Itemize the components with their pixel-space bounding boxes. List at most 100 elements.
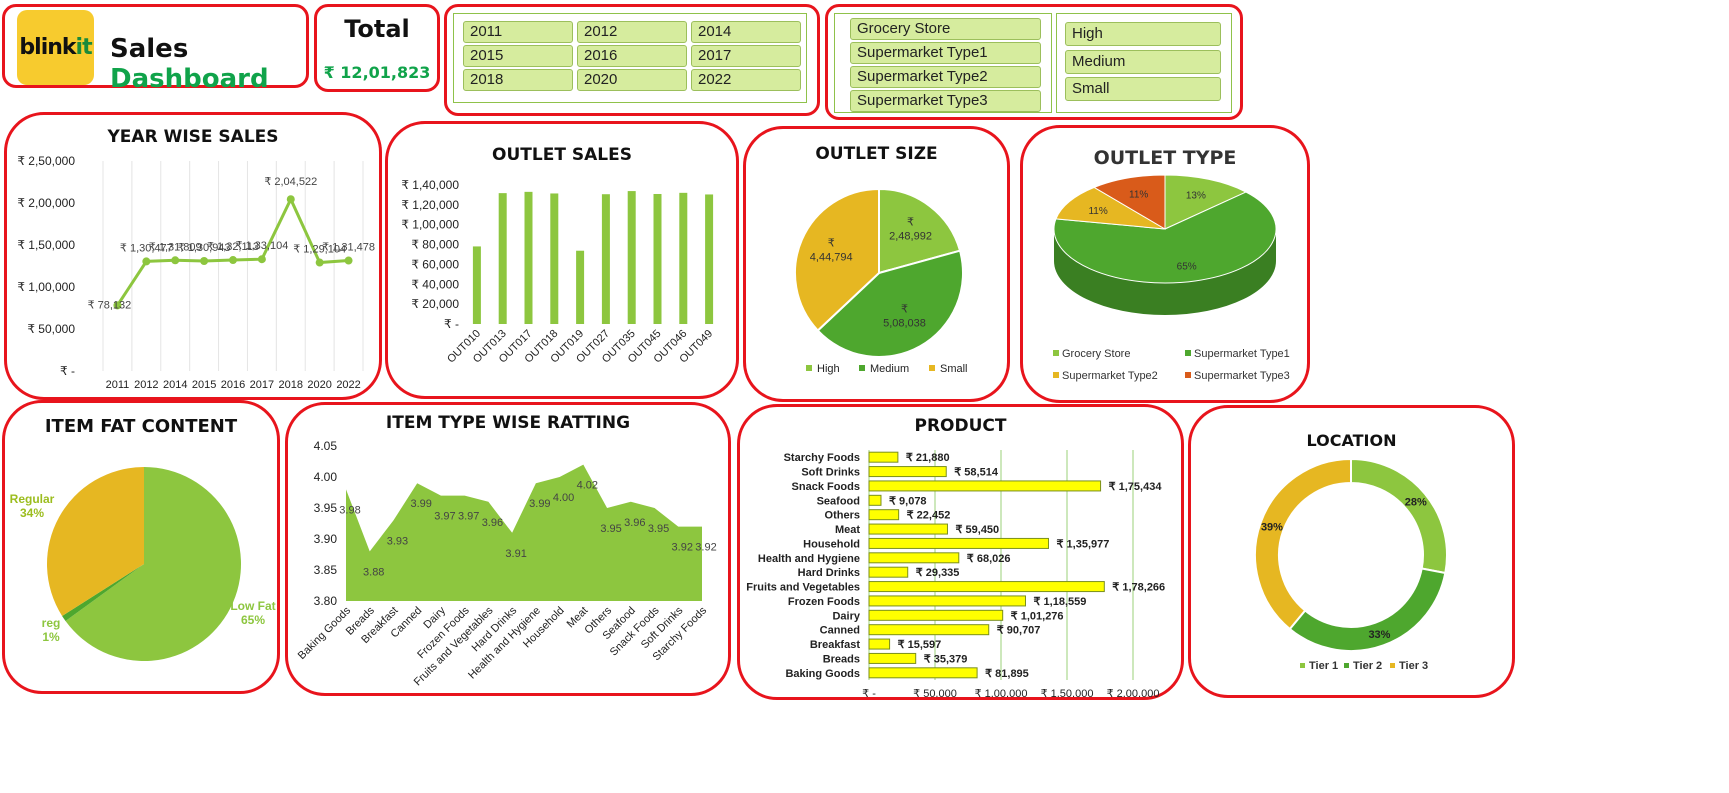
outlet-size-slicer-item[interactable]: Small (1065, 77, 1221, 101)
outlet-bar (679, 192, 688, 324)
data-label: 65% (241, 613, 265, 627)
total-label: Total (344, 15, 410, 43)
outlet-slicer-card: Grocery Store Supermarket Type1 Supermar… (825, 4, 1243, 120)
data-point (200, 257, 209, 266)
data-label: ₹ 1,01,276 (1011, 610, 1064, 622)
x-tick-label: 2016 (221, 379, 245, 391)
y-tick-label: Household (803, 538, 860, 550)
y-tick-label: Soft Drinks (801, 467, 860, 479)
x-tick-label: 2015 (192, 379, 216, 391)
legend-label: Supermarket Type1 (1194, 348, 1290, 360)
data-point (229, 256, 237, 265)
data-label: ₹ 22,452 (907, 510, 951, 522)
y-tick-label: 4.05 (314, 439, 338, 453)
outlet-size-slicer-item[interactable]: High (1065, 22, 1221, 46)
year-slicer-item[interactable]: 2011 (463, 21, 573, 43)
outlet-bar (601, 194, 610, 324)
outlet-bar (498, 193, 507, 324)
legend-swatch (806, 365, 812, 371)
y-tick-label: ₹ 2,00,000 (17, 196, 75, 210)
year-slicer-item[interactable]: 2018 (463, 69, 573, 91)
y-tick-label: 3.95 (314, 501, 338, 515)
outlet-type-slicer: Grocery Store Supermarket Type1 Supermar… (834, 13, 1052, 113)
year-slicer-item[interactable]: 2017 (691, 45, 801, 67)
product-bar (868, 595, 1026, 607)
y-tick-label: Dairy (832, 610, 860, 622)
outlet-type-slicer-item[interactable]: Grocery Store (850, 18, 1041, 40)
data-label: ₹ 1,75,434 (1109, 481, 1163, 493)
outlet-type-slicer-item[interactable]: Supermarket Type1 (850, 42, 1041, 64)
y-tick-label: ₹ 1,50,000 (17, 238, 75, 252)
data-label: ₹ 90,707 (997, 625, 1041, 637)
legend-label: Grocery Store (1062, 348, 1130, 360)
product-bar (868, 466, 947, 478)
data-label: 3.95 (648, 523, 669, 535)
x-tick-label: ₹ 1,50,000 (1041, 688, 1094, 697)
outlet-type-slicer-item[interactable]: Supermarket Type3 (850, 90, 1041, 112)
product-bar (868, 624, 990, 636)
y-tick-label: Breakfast (810, 639, 860, 651)
legend-swatch (1053, 372, 1059, 378)
brand-card: blinkit Sales Dashboard (2, 4, 309, 94)
x-tick-label: 2018 (279, 379, 303, 391)
data-label: ₹ 1,18,559 (1033, 596, 1086, 608)
year-slicer-item[interactable]: 2012 (577, 21, 687, 43)
location-chart: 28% 33% 39% Tier 1 Tier 2 Tier 3 (1254, 457, 1448, 672)
outlet-size-slicer-item[interactable]: Medium (1065, 50, 1221, 74)
data-label: ₹ 59,450 (955, 524, 999, 536)
y-tick-label: 3.80 (314, 594, 338, 608)
x-tick-label: 2020 (307, 379, 331, 391)
data-label: 1% (42, 630, 60, 644)
data-label: 3.95 (600, 523, 621, 535)
data-label: ₹ 21,880 (906, 452, 950, 464)
legend-label: Supermarket Type3 (1194, 370, 1290, 382)
y-tick-label: ₹ - (444, 317, 459, 331)
data-point (286, 195, 295, 204)
outlet-bar (576, 250, 585, 324)
y-tick-label: Snack Foods (792, 481, 860, 493)
outlet-type-slicer-item[interactable]: Supermarket Type2 (850, 66, 1041, 88)
data-label: ₹ 2,04,522 (264, 176, 317, 188)
year-slicer-item[interactable]: 2020 (577, 69, 687, 91)
y-tick-label: ₹ 1,00,000 (17, 280, 75, 294)
data-label: 11% (1129, 189, 1148, 200)
y-tick-label: 3.90 (314, 532, 338, 546)
outlet-bar (550, 193, 559, 324)
data-label: 34% (20, 506, 44, 520)
legend-label: Medium (870, 363, 909, 375)
data-label: 11% (1088, 206, 1107, 217)
year-slicer-item[interactable]: 2022 (691, 69, 801, 91)
legend-swatch (1344, 663, 1349, 668)
product-bar (868, 667, 978, 679)
outlet-bar (653, 193, 662, 324)
legend-label: Tier 3 (1399, 660, 1428, 672)
y-tick-label: Frozen Foods (788, 596, 860, 608)
data-label: ₹ 1,78,266 (1112, 582, 1165, 594)
year-slicer: 2011 2012 2014 2015 2016 2017 2018 2020 … (453, 13, 807, 103)
year-slicer-item[interactable]: 2014 (691, 21, 801, 43)
data-label: 39% (1261, 522, 1283, 534)
outlet-bar (627, 191, 636, 324)
data-label: ₹ 81,895 (985, 668, 1029, 680)
data-label: ₹ 58,514 (954, 467, 999, 479)
year-slicer-item[interactable]: 2016 (577, 45, 687, 67)
year-slicer-card: 2011 2012 2014 2015 2016 2017 2018 2020 … (444, 4, 820, 116)
data-label: 3.98 (339, 504, 360, 516)
data-label: 3.96 (624, 517, 645, 529)
year-slicer-item[interactable]: 2015 (463, 45, 573, 67)
y-tick-label: Baking Goods (785, 668, 860, 680)
data-label: 3.91 (505, 548, 526, 560)
y-tick-label: Health and Hygiene (758, 553, 860, 565)
x-tick-label: 2014 (163, 379, 187, 391)
data-point (344, 256, 353, 265)
y-tick-label: ₹ 1,00,000 (401, 218, 459, 232)
category-label: reg (42, 616, 61, 630)
outlet-type-card: OUTLET TYPE 13% 65% 11% 11% Grocery Store Sup… (1020, 125, 1310, 403)
data-label: ₹ 15,597 (898, 639, 942, 651)
outlet-bar (472, 246, 481, 324)
data-label: 3.92 (695, 542, 716, 554)
data-label: ₹ 1,35,977 (1056, 538, 1109, 550)
y-tick-label: ₹ 80,000 (411, 238, 459, 252)
data-label: ₹ 68,026 (967, 553, 1011, 565)
data-label: ₹ 35,379 (924, 653, 968, 665)
